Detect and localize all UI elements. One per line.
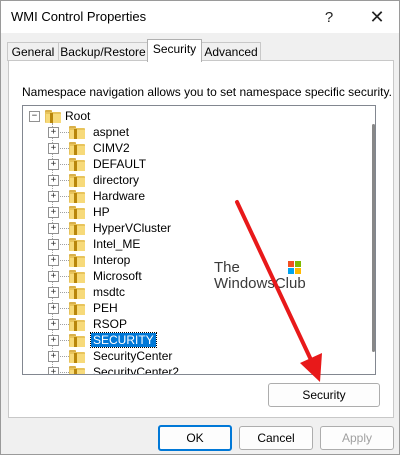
expand-icon[interactable]: +	[48, 255, 59, 266]
expand-icon[interactable]: +	[48, 319, 59, 330]
folder-icon	[69, 126, 85, 139]
close-button[interactable]: ✕	[355, 1, 399, 33]
tree-node[interactable]: + Intel_ME	[23, 236, 343, 252]
tree-node-label: RSOP	[93, 317, 128, 331]
folder-icon	[69, 318, 85, 331]
folder-icon	[69, 254, 85, 267]
folder-icon	[69, 190, 85, 203]
apply-button[interactable]: Apply	[320, 426, 394, 450]
folder-icon	[69, 142, 85, 155]
tree-node[interactable]: + SecurityCenter	[23, 348, 343, 364]
namespace-description: Namespace navigation allows you to set n…	[22, 85, 392, 99]
cancel-button-label: Cancel	[257, 431, 295, 445]
folder-icon	[69, 366, 85, 374]
folder-icon	[69, 350, 85, 363]
tree-node-label: DEFAULT	[93, 157, 147, 171]
tree-node-label: HP	[93, 205, 110, 219]
ok-button-label: OK	[186, 431, 204, 445]
tree-node[interactable]: + SecurityCenter2	[23, 364, 343, 375]
tree-node-label: Microsoft	[93, 269, 142, 283]
watermark-line2: WindowsClub	[214, 275, 306, 292]
security-tab-panel: Namespace navigation allows you to set n…	[8, 60, 394, 418]
tree-node-label: aspnet	[93, 125, 130, 139]
wmi-control-properties-dialog: WMI Control Properties ? ✕ General Backu…	[0, 0, 400, 455]
tree-node[interactable]: + RSOP	[23, 316, 343, 332]
cancel-button[interactable]: Cancel	[239, 426, 313, 450]
folder-icon	[69, 286, 85, 299]
folder-icon	[69, 222, 85, 235]
tree-node[interactable]: + DEFAULT	[23, 156, 343, 172]
tree-node[interactable]: + Hardware	[23, 188, 343, 204]
tree-node-label: HyperVCluster	[93, 221, 172, 235]
window-title: WMI Control Properties	[11, 9, 147, 24]
expand-icon[interactable]: +	[48, 335, 59, 346]
tree-node-label: Interop	[93, 253, 131, 267]
namespace-tree[interactable]: − Root + aspnet + CIMV2 + DEFAULT + directory + H…	[22, 105, 376, 375]
apply-button-label: Apply	[341, 431, 373, 445]
folder-icon	[69, 270, 85, 283]
tree-node-label: directory	[93, 173, 140, 187]
tree-node-label-selected: SECURITY	[90, 332, 157, 348]
tree-node[interactable]: + CIMV2	[23, 140, 343, 156]
collapse-icon[interactable]: −	[29, 111, 40, 122]
tree-node[interactable]: + SECURITY	[23, 332, 343, 348]
folder-icon	[69, 238, 85, 251]
expand-icon[interactable]: +	[48, 143, 59, 154]
expand-icon[interactable]: +	[48, 287, 59, 298]
tree-node-label: msdtc	[93, 285, 126, 299]
ok-button[interactable]: OK	[158, 425, 232, 451]
expand-icon[interactable]: +	[48, 191, 59, 202]
tree-scrollbar[interactable]	[372, 106, 375, 374]
scrollbar-thumb[interactable]	[372, 124, 375, 352]
expand-icon[interactable]: +	[48, 207, 59, 218]
tab-security[interactable]: Security	[147, 39, 202, 62]
tree-node-label: PEH	[93, 301, 118, 315]
tree-root-node[interactable]: − Root	[23, 108, 343, 124]
tree-node-label: SecurityCenter	[93, 349, 173, 363]
expand-icon[interactable]: +	[48, 223, 59, 234]
tree-node-label: Root	[65, 109, 91, 123]
tree-node-label: SecurityCenter2	[93, 365, 180, 375]
folder-icon	[45, 110, 61, 123]
title-bar: WMI Control Properties ? ✕	[1, 1, 399, 33]
tree-node[interactable]: + aspnet	[23, 124, 343, 140]
help-button[interactable]: ?	[307, 1, 351, 33]
folder-icon	[69, 206, 85, 219]
tree-node-label: Intel_ME	[93, 237, 141, 251]
tree-node-label: CIMV2	[93, 141, 130, 155]
tree-node[interactable]: + HP	[23, 204, 343, 220]
tree-node-label: Hardware	[93, 189, 146, 203]
expand-icon[interactable]: +	[48, 303, 59, 314]
folder-icon	[69, 158, 85, 171]
expand-icon[interactable]: +	[48, 239, 59, 250]
folder-icon	[69, 302, 85, 315]
expand-icon[interactable]: +	[48, 175, 59, 186]
expand-icon[interactable]: +	[48, 159, 59, 170]
windows-logo-icon	[288, 261, 302, 275]
security-button[interactable]: Security	[268, 383, 380, 407]
tab-backup-restore[interactable]: Backup/Restore	[58, 42, 148, 61]
security-button-label: Security	[302, 388, 346, 402]
expand-icon[interactable]: +	[48, 127, 59, 138]
folder-icon	[69, 174, 85, 187]
expand-icon[interactable]: +	[48, 271, 59, 282]
tab-advanced[interactable]: Advanced	[201, 42, 261, 61]
tab-general[interactable]: General	[7, 42, 59, 61]
expand-icon[interactable]: +	[48, 367, 59, 374]
tree-node[interactable]: + PEH	[23, 300, 343, 316]
folder-icon	[69, 334, 85, 347]
tree-node[interactable]: + HyperVCluster	[23, 220, 343, 236]
watermark-line1: The	[214, 259, 240, 276]
expand-icon[interactable]: +	[48, 351, 59, 362]
tree-node[interactable]: + directory	[23, 172, 343, 188]
